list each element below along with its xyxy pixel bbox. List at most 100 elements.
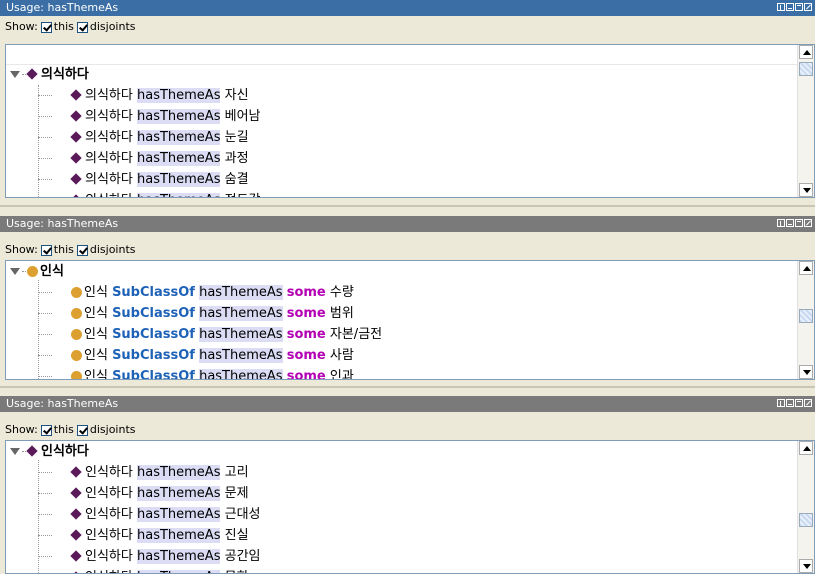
tree-line [38,472,52,473]
panel-1-tile-icon[interactable] [777,3,785,11]
diamond-icon [70,194,82,197]
panel-1-show-bar: Show: this disjoints [0,18,136,36]
panel-3-close-icon[interactable] [804,399,812,407]
scroll-thumb[interactable] [799,309,813,323]
row-object: 베어남 [224,109,261,124]
panel-3-disjoints-label: disjoints [89,423,136,436]
row-property: hasThemeAs [136,130,221,145]
list-item[interactable]: 인식 SubClassOf hasThemeAs some 인과 [70,366,354,379]
tree-line [38,116,52,117]
row-property: hasThemeAs [136,486,221,501]
list-item[interactable]: 인식하다 hasThemeAs 문제 [70,483,249,504]
list-item[interactable]: 인식하다 hasThemeAs 고리 [70,462,249,483]
panel-1-list[interactable]: 의식하다 의식하다 hasThemeAs 자신 의식하다 hasThemeAs 베… [5,44,815,198]
list-item[interactable]: 인식 SubClassOf hasThemeAs some 자본/금전 [70,324,382,345]
panel-3-disjoints-checkbox[interactable] [76,424,88,436]
panel-3-maximize-icon[interactable] [795,399,803,407]
panel-3-show-bar: Show: this disjoints [0,421,136,439]
row-object: 근대성 [224,507,261,522]
panel-2-scrollbar[interactable] [797,261,814,379]
list-item[interactable]: 인식 SubClassOf hasThemeAs some 범위 [70,303,354,324]
panel-2-maximize-icon[interactable] [795,219,803,227]
panel-1-scrollbar[interactable] [797,45,814,197]
row-property: hasThemeAs [199,306,283,321]
panel-3-tile-icon[interactable] [777,399,785,407]
list-item[interactable]: 의식하다 hasThemeAs 정도감 [70,190,261,197]
panel-1-disjoints-checkbox[interactable] [76,21,88,33]
scroll-up-icon[interactable] [799,45,813,59]
scroll-thumb[interactable] [799,513,813,527]
tree-line [38,313,52,314]
panel-2-show-label: Show: [5,243,38,256]
circle-icon [71,286,82,298]
diamond-icon [70,529,82,541]
tree-root[interactable]: 인식하다 [10,441,89,462]
splitter[interactable] [0,205,815,207]
list-item[interactable]: 인식하다 hasThemeAs 진실 [70,525,249,546]
panel-2-minimize-icon[interactable] [786,219,794,227]
panel-3-show-label: Show: [5,423,38,436]
row-property: hasThemeAs [136,151,221,166]
diamond-icon [26,68,38,80]
tree-line [38,95,52,96]
panel-3-this-checkbox[interactable] [40,424,52,436]
panel-3-this-label: this [53,423,74,436]
scroll-up-icon[interactable] [799,441,813,455]
panel-3-titlebar[interactable]: Usage: hasThemeAs [0,396,815,412]
expand-icon[interactable] [10,268,20,275]
panel-2-titlebar[interactable]: Usage: hasThemeAs [0,216,815,232]
expand-icon[interactable] [10,448,20,455]
panel-3-list[interactable]: 인식하다 인식하다 hasThemeAs 고리 인식하다 hasThemeAs 문… [5,440,815,574]
some-keyword: some [286,348,326,363]
list-item[interactable]: 인식 SubClassOf hasThemeAs some 사람 [70,345,354,366]
row-subject: 의식하다 [85,172,133,187]
panel-3-minimize-icon[interactable] [786,399,794,407]
row-property: hasThemeAs [136,109,221,124]
scroll-down-icon[interactable] [799,365,813,379]
list-item[interactable]: 의식하다 hasThemeAs 눈길 [70,127,249,148]
list-item[interactable]: 인식하다 hasThemeAs 무한 [70,567,249,573]
list-item[interactable]: 의식하다 hasThemeAs 숨결 [70,169,249,190]
list-item[interactable]: 의식하다 hasThemeAs 과정 [70,148,249,169]
scroll-down-icon[interactable] [799,559,813,573]
panel-2-show-bar: Show: this disjoints [0,241,136,259]
scroll-thumb[interactable] [799,62,813,76]
panel-1-close-icon[interactable] [804,3,812,11]
row-subject: 의식하다 [85,109,133,124]
list-item[interactable]: 의식하다 hasThemeAs 베어남 [70,106,261,127]
expand-icon[interactable] [10,71,20,78]
list-item[interactable]: 인식 SubClassOf hasThemeAs some 수량 [70,282,354,303]
subclassof-keyword: SubClassOf [112,306,195,321]
tree-root[interactable]: 의식하다 [10,64,89,85]
panel-2-list[interactable]: 인식 인식 SubClassOf hasThemeAs some 수량 인식 Su… [5,260,815,380]
list-item[interactable]: 인식하다 hasThemeAs 근대성 [70,504,261,525]
panel-2-this-label: this [53,243,74,256]
panel-1-this-checkbox[interactable] [40,21,52,33]
row-subject: 의식하다 [85,151,133,166]
root-label: 의식하다 [41,67,89,82]
panel-1-minimize-icon[interactable] [786,3,794,11]
diamond-icon [70,131,82,143]
row-subject: 인식하다 [85,570,133,573]
tree-line [38,376,52,377]
panel-1-titlebar[interactable]: Usage: hasThemeAs [0,0,815,16]
panel-3-scrollbar[interactable] [797,441,814,573]
row-property: hasThemeAs [199,327,283,342]
panel-2-title: Usage: hasThemeAs [6,217,119,230]
some-keyword: some [286,285,326,300]
scroll-down-icon[interactable] [799,183,813,197]
tree-root[interactable]: 인식 [10,261,64,282]
scroll-up-icon[interactable] [799,261,813,275]
row-subject: 인식하다 [85,528,133,543]
panel-2-close-icon[interactable] [804,219,812,227]
circle-icon [71,349,82,361]
panel-3-window-controls [777,399,812,407]
panel-1-maximize-icon[interactable] [795,3,803,11]
panel-2-tile-icon[interactable] [777,219,785,227]
panel-2-disjoints-checkbox[interactable] [76,244,88,256]
list-item[interactable]: 인식하다 hasThemeAs 공간임 [70,546,261,567]
splitter[interactable] [0,386,815,388]
list-item[interactable]: 의식하다 hasThemeAs 자신 [70,85,249,106]
tree-line [38,355,52,356]
panel-2-this-checkbox[interactable] [40,244,52,256]
